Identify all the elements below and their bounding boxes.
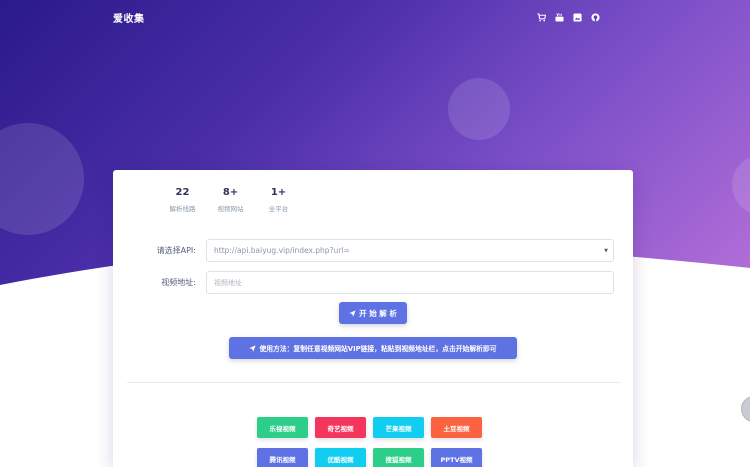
api-selected-value: http://api.baiyug.vip/index.php?url= bbox=[214, 246, 350, 255]
stat-value: 22 bbox=[175, 187, 190, 198]
paper-plane-icon bbox=[349, 309, 356, 317]
stat-lines: 22 解析线路 bbox=[159, 187, 206, 213]
paper-plane-icon bbox=[249, 344, 257, 352]
url-input[interactable]: 视频地址 bbox=[206, 271, 614, 294]
stat-label: 全平台 bbox=[268, 205, 289, 213]
youtube-icon[interactable] bbox=[555, 12, 564, 22]
chevron-down-icon: ▼ bbox=[604, 248, 608, 254]
parse-button-label: 开 始 解 析 bbox=[359, 308, 397, 318]
stat-platforms: 1+ 全平台 bbox=[255, 187, 302, 213]
stat-value: 1+ bbox=[270, 187, 287, 198]
site-button-iqiyi[interactable]: 奇艺视频 bbox=[315, 417, 366, 438]
usage-button[interactable]: 使用方法：复制任意视频网站VIP链接，粘贴到视频地址栏，点击开始解析即可 bbox=[229, 337, 517, 359]
api-label: 请选择API: bbox=[156, 246, 196, 255]
stats-row: 22 解析线路 8+ 视频网站 1+ 全平台 bbox=[159, 187, 302, 213]
parse-button[interactable]: 开 始 解 析 bbox=[339, 302, 407, 324]
site-button-tencent[interactable]: 腾讯视频 bbox=[257, 448, 308, 467]
site-button-sohu[interactable]: 搜狐视频 bbox=[373, 448, 424, 467]
parser-card: 22 解析线路 8+ 视频网站 1+ 全平台 请选择API: http://ap… bbox=[113, 170, 633, 467]
api-select[interactable]: http://api.baiyug.vip/index.php?url= ▼ bbox=[206, 239, 614, 262]
stat-value: 8+ bbox=[222, 187, 239, 198]
site-button-mango[interactable]: 芒果视频 bbox=[373, 417, 424, 438]
site-button-youku[interactable]: 优酷视频 bbox=[315, 448, 366, 467]
image-icon[interactable] bbox=[573, 12, 582, 22]
stat-label: 视频网站 bbox=[217, 205, 244, 213]
usage-button-label: 使用方法：复制任意视频网站VIP链接，粘贴到视频地址栏，点击开始解析即可 bbox=[259, 345, 497, 353]
nav-icons bbox=[537, 12, 600, 22]
site-button-tudou[interactable]: 土豆视频 bbox=[431, 417, 482, 438]
github-icon[interactable] bbox=[591, 12, 600, 22]
stat-label: 解析线路 bbox=[169, 205, 196, 213]
navbar: 爱收集 bbox=[0, 0, 750, 34]
site-button-pptv[interactable]: PPTV视频 bbox=[431, 448, 482, 467]
cart-icon[interactable] bbox=[537, 12, 546, 22]
url-placeholder: 视频地址 bbox=[214, 278, 242, 287]
brand-logo[interactable]: 爱收集 bbox=[113, 10, 145, 25]
url-row: 视频地址: 视频地址 bbox=[113, 271, 614, 294]
url-label: 视频地址: bbox=[161, 278, 196, 287]
site-button-letv[interactable]: 乐视视频 bbox=[257, 417, 308, 438]
api-row: 请选择API: http://api.baiyug.vip/index.php?… bbox=[113, 239, 614, 262]
stat-sites: 8+ 视频网站 bbox=[207, 187, 254, 213]
divider bbox=[127, 382, 621, 383]
